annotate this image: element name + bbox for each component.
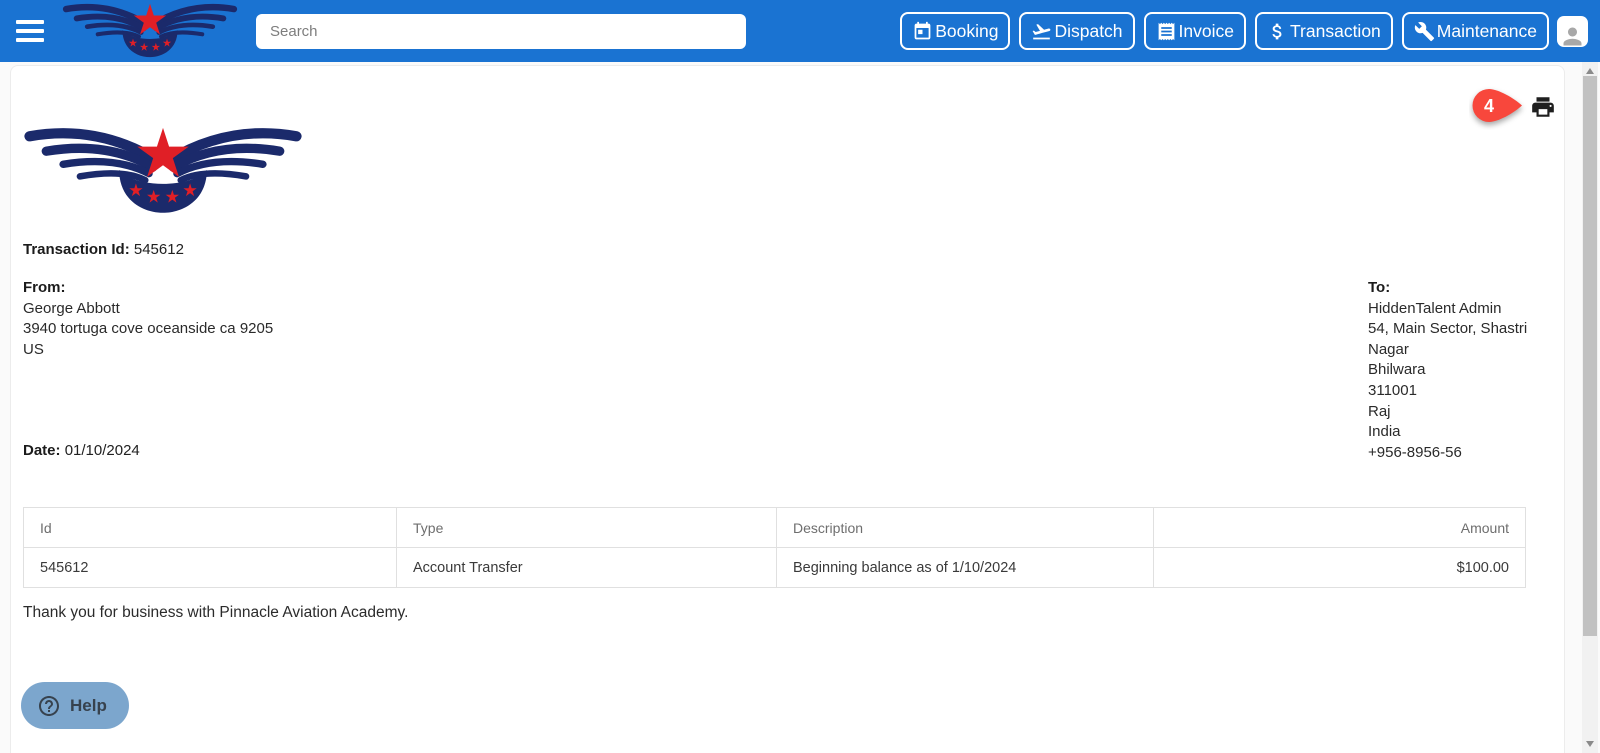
svg-text:4: 4 <box>1484 96 1494 116</box>
transaction-button[interactable]: Transaction <box>1255 12 1393 50</box>
help-button[interactable]: Help <box>21 682 129 729</box>
from-address-block: From: George Abbott 3940 tortuga cove oc… <box>23 278 273 360</box>
to-state: Raj <box>1368 403 1391 420</box>
transaction-id-value: 545612 <box>134 241 184 258</box>
date-value: 01/10/2024 <box>65 442 140 459</box>
help-icon <box>37 694 61 718</box>
maintenance-button-label: Maintenance <box>1437 21 1537 42</box>
from-label: From: <box>23 279 66 296</box>
annotation-marker-4: 4 <box>1469 86 1527 130</box>
vertical-scrollbar[interactable] <box>1582 62 1598 753</box>
print-icon <box>1530 94 1556 120</box>
date-label: Date: <box>23 442 61 459</box>
dispatch-button[interactable]: Dispatch <box>1019 12 1134 50</box>
scroll-up-arrow-icon[interactable] <box>1586 68 1594 74</box>
to-name: HiddenTalent Admin <box>1368 300 1501 317</box>
cell-id: 545612 <box>24 548 397 588</box>
column-header-amount: Amount <box>1154 508 1526 548</box>
from-name: George Abbott <box>23 300 120 317</box>
flight-takeoff-icon <box>1031 21 1052 42</box>
transaction-receipt-card: 4 Transaction Id: 545612 From: George Ab… <box>10 65 1565 753</box>
transaction-id-label: Transaction Id: <box>23 241 130 258</box>
invoice-button-label: Invoice <box>1179 21 1234 42</box>
person-icon <box>1559 23 1586 47</box>
booking-button[interactable]: Booking <box>900 12 1010 50</box>
to-street: 54, Main Sector, Shastri Nagar <box>1368 320 1527 358</box>
date-line: Date: 01/10/2024 <box>23 442 140 459</box>
cell-description: Beginning balance as of 1/10/2024 <box>777 548 1154 588</box>
column-header-id: Id <box>24 508 397 548</box>
transaction-id-line: Transaction Id: 545612 <box>23 241 184 258</box>
table-header-row: Id Type Description Amount <box>24 508 1526 548</box>
transaction-button-label: Transaction <box>1290 21 1381 42</box>
cell-type: Account Transfer <box>397 548 777 588</box>
wrench-icon <box>1414 21 1435 42</box>
to-zip: 311001 <box>1368 382 1417 399</box>
from-street: 3940 tortuga cove oceanside ca 9205 <box>23 320 273 337</box>
help-button-label: Help <box>70 696 107 716</box>
table-row: 545612 Account Transfer Beginning balanc… <box>24 548 1526 588</box>
transaction-table: Id Type Description Amount 545612 Accoun… <box>23 507 1526 588</box>
navbar-buttons: Booking Dispatch Invoice Transaction Mai… <box>900 12 1549 50</box>
booking-button-label: Booking <box>935 21 998 42</box>
to-phone: +956-8956-56 <box>1368 444 1462 461</box>
brand-logo <box>62 0 238 62</box>
hamburger-menu-icon[interactable] <box>10 11 50 51</box>
column-header-description: Description <box>777 508 1154 548</box>
maintenance-button[interactable]: Maintenance <box>1402 12 1549 50</box>
dollar-icon <box>1267 21 1288 42</box>
column-header-type: Type <box>397 508 777 548</box>
app-screen: Booking Dispatch Invoice Transaction Mai… <box>0 0 1600 753</box>
thank-you-note: Thank you for business with Pinnacle Avi… <box>23 604 408 622</box>
print-button[interactable] <box>1529 94 1557 122</box>
invoice-button[interactable]: Invoice <box>1144 12 1246 50</box>
search-input[interactable] <box>256 14 746 49</box>
to-city: Bhilwara <box>1368 361 1426 378</box>
to-country: India <box>1368 423 1401 440</box>
cell-amount: $100.00 <box>1154 548 1526 588</box>
receipt-icon <box>1156 21 1177 42</box>
scrollbar-thumb[interactable] <box>1583 76 1597 636</box>
scroll-down-arrow-icon[interactable] <box>1586 741 1594 747</box>
user-avatar[interactable] <box>1557 16 1588 47</box>
top-navbar: Booking Dispatch Invoice Transaction Mai… <box>0 0 1600 62</box>
calendar-icon <box>912 21 933 42</box>
to-address-block: To: HiddenTalent Admin 54, Main Sector, … <box>1368 278 1564 463</box>
from-country: US <box>23 341 44 358</box>
company-logo <box>23 122 303 214</box>
dispatch-button-label: Dispatch <box>1054 21 1122 42</box>
to-label: To: <box>1368 279 1390 296</box>
